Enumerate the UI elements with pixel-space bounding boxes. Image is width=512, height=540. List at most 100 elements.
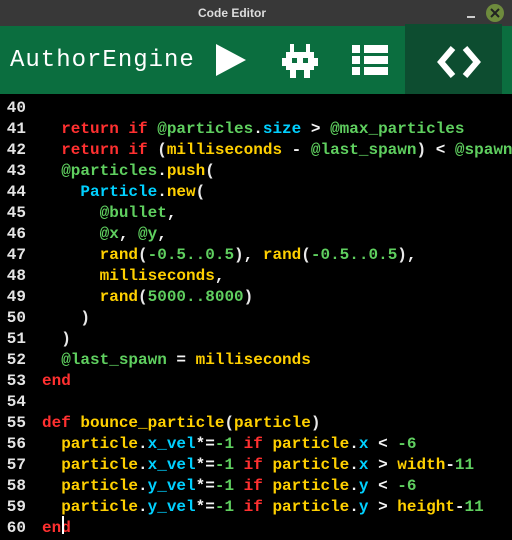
token: . (157, 162, 167, 180)
token: *= (196, 456, 215, 474)
token: ( (301, 246, 311, 264)
code-line[interactable]: Particle.new( (42, 182, 512, 203)
token: @bullet (100, 204, 167, 222)
token: > (368, 498, 397, 516)
token: > (368, 456, 397, 474)
code-line[interactable]: ) (42, 308, 512, 329)
token: *= (196, 435, 215, 453)
token: -0.5..0.5 (148, 246, 234, 264)
token: ( (224, 414, 234, 432)
token: @last_spawn (61, 351, 167, 369)
token: -1 (215, 435, 234, 453)
token: < (368, 435, 397, 453)
token: . (349, 477, 359, 495)
code-line[interactable]: end (42, 371, 512, 392)
code-line[interactable]: particle.y_vel*=-1 if particle.y > heigh… (42, 497, 512, 518)
token: , (407, 246, 417, 264)
token: height (397, 498, 455, 516)
token: rand (263, 246, 301, 264)
line-number: 48 (4, 266, 26, 287)
code-line[interactable]: end (42, 518, 512, 539)
token: . (349, 498, 359, 516)
code-line[interactable]: particle.x_vel*=-1 if particle.x < -6 (42, 434, 512, 455)
line-number: 51 (4, 329, 26, 350)
close-button[interactable] (486, 4, 504, 22)
token: particle (272, 498, 349, 516)
code-area[interactable]: return if @particles.size > @max_particl… (30, 94, 512, 540)
sprite-editor-button[interactable] (265, 26, 335, 94)
token: size (263, 120, 301, 138)
token: *= (196, 477, 215, 495)
token: end (42, 519, 71, 537)
token: if (234, 435, 272, 453)
line-number: 56 (4, 434, 26, 455)
code-line[interactable]: milliseconds, (42, 266, 512, 287)
code-editor[interactable]: 4041424344454647484950515253545556575859… (0, 94, 512, 540)
token: -1 (215, 498, 234, 516)
token: rand (100, 246, 138, 264)
token: . (138, 477, 148, 495)
code-line[interactable]: @last_spawn = milliseconds (42, 350, 512, 371)
token: ( (196, 183, 206, 201)
token (42, 498, 61, 516)
token: particle (61, 498, 138, 516)
token: particle (272, 456, 349, 474)
level-editor-button[interactable] (335, 26, 405, 94)
token: new (167, 183, 196, 201)
play-button[interactable] (195, 26, 265, 94)
token: y_vel (148, 477, 196, 495)
app-brand: AuthorEngine (10, 47, 195, 74)
code-line[interactable] (42, 392, 512, 413)
token (42, 162, 61, 180)
code-line[interactable] (42, 98, 512, 119)
token: ( (138, 288, 148, 306)
code-line[interactable]: return if (milliseconds - @last_spawn) <… (42, 140, 512, 161)
code-line[interactable]: return if @particles.size > @max_particl… (42, 119, 512, 140)
code-line[interactable]: rand(-0.5..0.5), rand(-0.5..0.5), (42, 245, 512, 266)
token: , (157, 225, 167, 243)
token: . (349, 435, 359, 453)
token: ( (138, 246, 148, 264)
token: particle (61, 477, 138, 495)
token: @particles (61, 162, 157, 180)
token: @particles (157, 120, 253, 138)
code-line[interactable]: def bounce_particle(particle) (42, 413, 512, 434)
token (42, 246, 100, 264)
token (42, 435, 61, 453)
code-line[interactable]: ) (42, 329, 512, 350)
token: particle (61, 456, 138, 474)
minimize-button[interactable] (462, 4, 480, 22)
code-line[interactable]: particle.x_vel*=-1 if particle.x > width… (42, 455, 512, 476)
token (42, 477, 61, 495)
code-line[interactable]: particle.y_vel*=-1 if particle.y < -6 (42, 476, 512, 497)
token: ) (311, 414, 321, 432)
token: if (234, 477, 272, 495)
token: ( (157, 141, 167, 159)
token: , (167, 204, 177, 222)
play-icon (210, 40, 250, 80)
code-line[interactable]: rand(5000..8000) (42, 287, 512, 308)
token: end (42, 372, 71, 390)
token: 5000..8000 (148, 288, 244, 306)
code-line[interactable]: @bullet, (42, 203, 512, 224)
token: - (445, 456, 455, 474)
code-editor-button[interactable] (405, 24, 502, 96)
robot-icon (278, 40, 322, 80)
token: ) (234, 246, 244, 264)
window-title: Code Editor (8, 6, 456, 20)
line-number: 52 (4, 350, 26, 371)
code-line[interactable]: @x, @y, (42, 224, 512, 245)
token: 11 (455, 456, 474, 474)
token: if (234, 498, 272, 516)
code-line[interactable]: @particles.push( (42, 161, 512, 182)
line-number: 50 (4, 308, 26, 329)
token: def (42, 414, 80, 432)
token: . (349, 456, 359, 474)
token: . (138, 435, 148, 453)
token: @max_particles (330, 120, 464, 138)
token: *= (196, 498, 215, 516)
line-number: 59 (4, 497, 26, 518)
token: . (138, 498, 148, 516)
token: , (215, 267, 225, 285)
line-gutter: 4041424344454647484950515253545556575859… (0, 94, 30, 540)
